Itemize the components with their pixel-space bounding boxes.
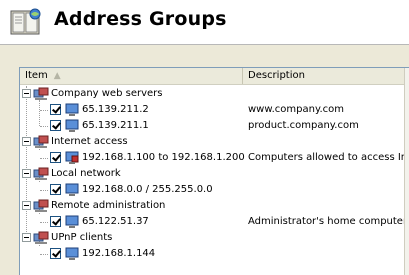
sort-ascending-icon: ▲ (53, 71, 61, 81)
computer-group-icon (33, 135, 49, 148)
tree-item-row[interactable]: 65.122.51.37 Administrator's home comput… (20, 214, 409, 230)
computer-icon (65, 119, 79, 132)
column-header-description[interactable]: Description (243, 68, 405, 84)
collapse-toggle[interactable] (22, 89, 31, 98)
item-address: 192.168.1.100 to 192.168.1.200 (82, 152, 245, 163)
tree-line (40, 190, 48, 191)
page-header: Address Groups (0, 0, 409, 44)
tree-line (40, 110, 48, 111)
page-title: Address Groups (54, 8, 227, 30)
computer-range-icon (65, 151, 79, 164)
item-address: 65.139.211.2 (82, 104, 149, 115)
item-address: 192.168.0.0 / 255.255.0.0 (82, 184, 213, 195)
computer-icon (65, 103, 79, 116)
tree-group-label: Local network (51, 168, 121, 179)
computer-icon (65, 215, 79, 228)
item-address: 65.122.51.37 (82, 216, 149, 227)
item-description: www.company.com (248, 104, 344, 115)
tree-group-label: Internet access (51, 136, 128, 147)
tree-group-row[interactable]: Remote administration (20, 198, 409, 214)
tree-line (40, 254, 48, 255)
tree-item-row[interactable]: 192.168.1.144 (20, 246, 409, 262)
vertical-scrollbar[interactable] (404, 68, 409, 275)
item-description: Computers allowed to access Internet (248, 152, 409, 163)
computer-group-icon (33, 87, 49, 100)
item-address: 65.139.211.1 (82, 120, 149, 131)
item-checkbox[interactable] (50, 120, 61, 131)
item-description: product.company.com (248, 120, 359, 131)
item-description: Administrator's home computer (248, 216, 408, 227)
item-checkbox[interactable] (50, 248, 61, 259)
computer-icon (65, 247, 79, 260)
item-checkbox[interactable] (50, 184, 61, 195)
item-checkbox[interactable] (50, 216, 61, 227)
collapse-toggle[interactable] (22, 201, 31, 210)
computer-group-icon (33, 167, 49, 180)
tree-group-label: Remote administration (51, 200, 166, 211)
tree-line (40, 222, 48, 223)
collapse-toggle[interactable] (22, 137, 31, 146)
address-groups-list[interactable]: Item ▲ Description Company web servers 6… (19, 67, 409, 275)
tree-group-label: Company web servers (51, 88, 163, 99)
address-book-icon (10, 8, 41, 35)
computer-group-icon (33, 231, 49, 244)
tree-group-row[interactable]: Internet access (20, 134, 409, 150)
network-icon (65, 183, 79, 196)
tree-group-row[interactable]: Local network (20, 166, 409, 182)
item-address: 192.168.1.144 (82, 248, 156, 259)
tree-item-row[interactable]: 65.139.211.1 product.company.com (20, 118, 409, 134)
item-checkbox[interactable] (50, 152, 61, 163)
tree-item-row[interactable]: 192.168.1.100 to 192.168.1.200 Computers… (20, 150, 409, 166)
tree-group-row[interactable]: UPnP clients (20, 230, 409, 246)
tree-group-row[interactable]: Company web servers (20, 86, 409, 102)
item-checkbox[interactable] (50, 104, 61, 115)
column-item-label: Item (25, 70, 48, 81)
computer-group-icon (33, 199, 49, 212)
tree-line (40, 126, 48, 127)
column-header-item[interactable]: Item ▲ (20, 68, 243, 84)
tree-item-row[interactable]: 65.139.211.2 www.company.com (20, 102, 409, 118)
tree-group-label: UPnP clients (51, 232, 113, 243)
column-description-label: Description (248, 70, 305, 81)
column-header: Item ▲ Description (20, 68, 409, 85)
collapse-toggle[interactable] (22, 233, 31, 242)
tree-line (40, 158, 48, 159)
tree-item-row[interactable]: 192.168.0.0 / 255.255.0.0 (20, 182, 409, 198)
collapse-toggle[interactable] (22, 169, 31, 178)
